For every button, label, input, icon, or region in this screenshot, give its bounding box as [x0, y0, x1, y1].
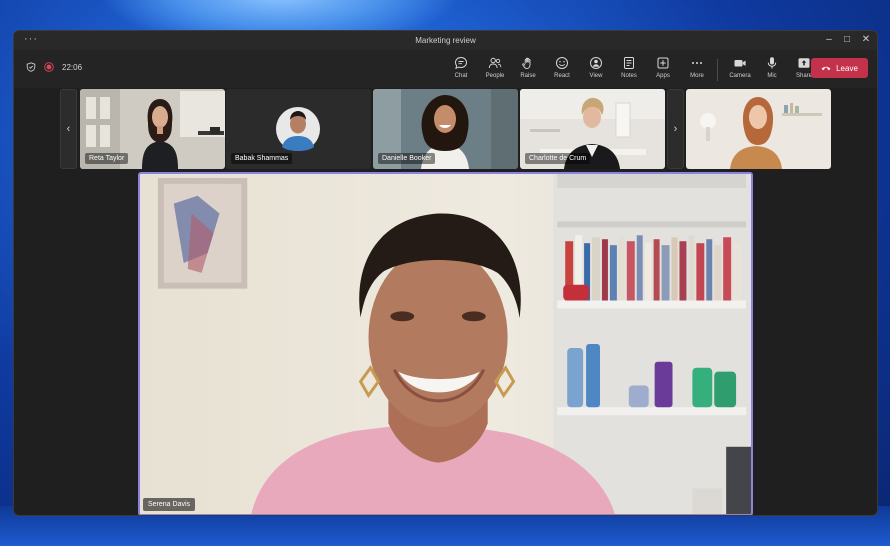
react-label: React — [554, 73, 570, 79]
participant-tile-danielle-booker[interactable]: Danielle Booker — [373, 89, 518, 169]
minimize-button[interactable]: – — [822, 34, 836, 45]
meeting-toolbar: 22:06 Chat People Raise React View Notes — [14, 50, 877, 88]
apps-icon — [657, 57, 669, 69]
camera-icon — [734, 60, 746, 67]
mic-button[interactable]: Mic — [756, 54, 788, 84]
meeting-window: ··· Marketing review – □ ✕ 22:06 Chat Pe… — [13, 30, 878, 516]
camera-button[interactable]: Camera — [724, 54, 756, 84]
participant-tile-5[interactable] — [686, 89, 831, 169]
notes-icon — [624, 57, 634, 69]
apps-label: Apps — [656, 73, 670, 79]
recording-icon — [44, 62, 54, 72]
call-duration: 22:06 — [62, 62, 83, 72]
mic-icon — [767, 57, 777, 69]
participant-name: Reta Taylor — [85, 153, 129, 164]
gallery-strip: ‹ Reta Taylor Babak Shammas Danielle Boo… — [14, 88, 877, 172]
toolbar-divider — [717, 59, 718, 81]
active-speaker-stage[interactable]: Serena Davis — [138, 172, 753, 515]
apps-button[interactable]: Apps — [647, 54, 679, 84]
call-status: 22:06 — [26, 62, 82, 72]
speaker-video-feed — [140, 174, 751, 514]
participant-tile-reta-taylor[interactable]: Reta Taylor — [80, 89, 225, 169]
leave-button[interactable]: Leave — [811, 58, 868, 78]
more-label: More — [690, 73, 704, 79]
participant-tile-babak-shammas[interactable]: Babak Shammas — [226, 89, 371, 169]
raise-hand-icon — [522, 57, 531, 70]
raise-hand-label: Raise — [520, 73, 536, 79]
react-button[interactable]: React — [546, 54, 578, 84]
react-icon — [556, 57, 568, 69]
notes-button[interactable]: Notes — [613, 54, 645, 84]
more-button[interactable]: More — [681, 54, 713, 84]
people-label: People — [485, 73, 505, 79]
shield-icon[interactable] — [26, 62, 36, 72]
camera-label: Camera — [729, 73, 751, 79]
gallery-prev-button[interactable]: ‹ — [60, 89, 77, 169]
leave-label: Leave — [836, 63, 858, 73]
notes-label: Notes — [621, 73, 637, 79]
video-feed — [686, 89, 831, 169]
participant-name: Charlotte de Crum — [525, 153, 591, 164]
share-icon — [798, 58, 810, 68]
gallery-next-button[interactable]: › — [667, 89, 684, 169]
view-icon — [590, 57, 602, 69]
chat-button[interactable]: Chat — [445, 54, 477, 84]
more-icon — [692, 62, 702, 64]
close-button[interactable]: ✕ — [859, 34, 873, 45]
chat-label: Chat — [454, 73, 468, 79]
chat-icon — [454, 56, 468, 70]
speaker-name: Serena Davis — [143, 498, 196, 511]
participant-tile-charlotte-de-crum[interactable]: Charlotte de Crum — [520, 89, 665, 169]
hang-up-icon — [821, 66, 831, 71]
participant-name: Danielle Booker — [378, 153, 436, 164]
share-label: Share — [795, 73, 812, 79]
view-button[interactable]: View — [580, 54, 612, 84]
maximize-button[interactable]: □ — [840, 34, 854, 45]
raise-hand-button[interactable]: Raise — [512, 54, 544, 84]
mic-label: Mic — [767, 73, 777, 79]
people-icon — [488, 57, 502, 69]
people-button[interactable]: People — [479, 54, 511, 84]
view-label: View — [589, 73, 603, 79]
meeting-title: Marketing review — [415, 36, 476, 45]
title-bar: ··· Marketing review – □ ✕ — [14, 31, 877, 50]
participant-name: Babak Shammas — [231, 153, 293, 164]
